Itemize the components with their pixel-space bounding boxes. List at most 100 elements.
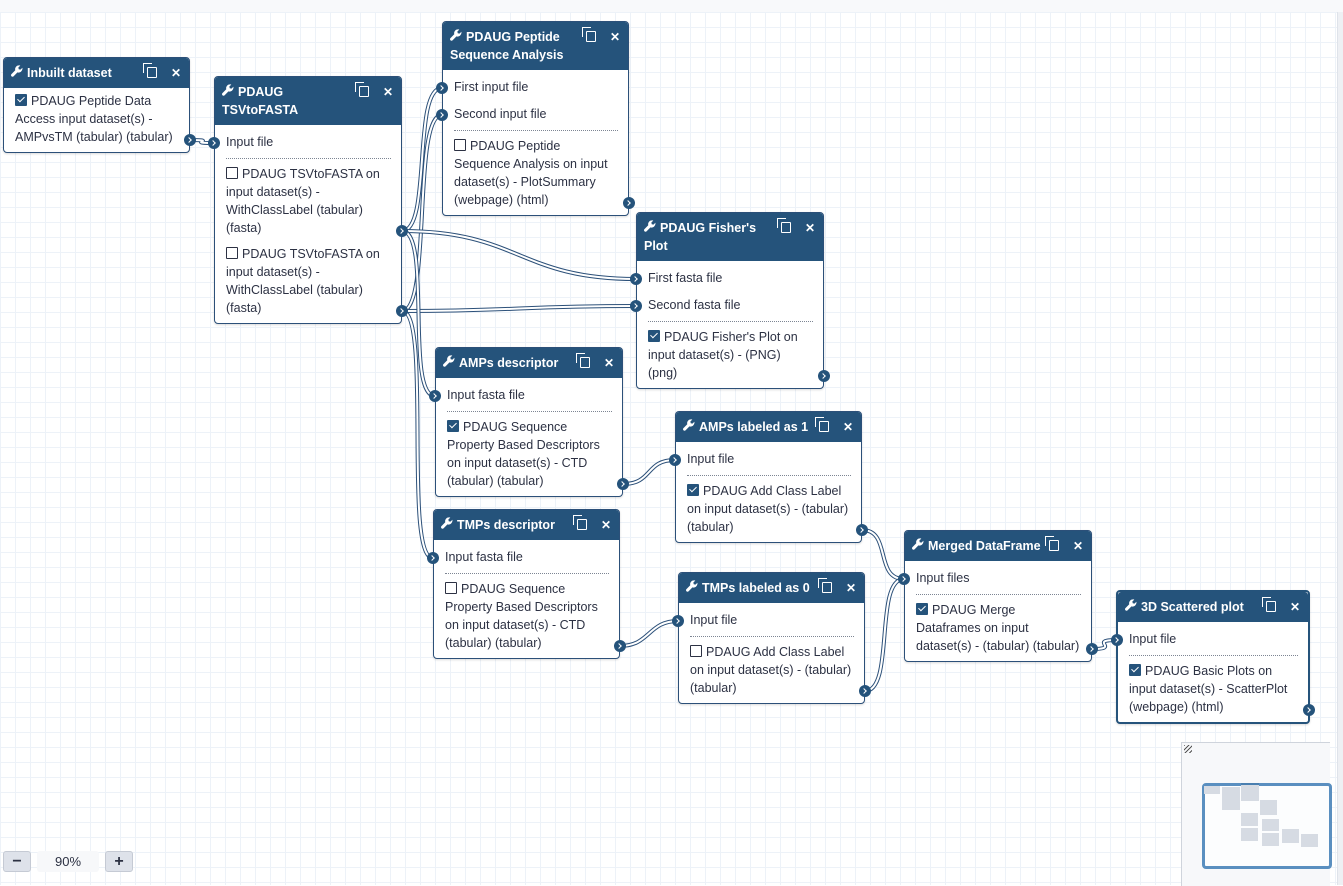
remove-node-button[interactable]: ✕: [604, 354, 614, 372]
input-terminal[interactable]: [630, 273, 642, 285]
output-terminal[interactable]: [396, 305, 408, 317]
input-terminal[interactable]: [427, 552, 439, 564]
clone-node-button[interactable]: [1261, 597, 1276, 616]
output-checkbox[interactable]: [687, 484, 699, 496]
output-checkbox[interactable]: [445, 582, 457, 594]
workflow-node-tsvtofasta[interactable]: PDAUG TSVtoFASTA ✕ Input file PDAUG TSVtoFA…: [208, 76, 408, 324]
clone-node-button[interactable]: [1044, 536, 1059, 555]
node-header[interactable]: AMPs labeled as 1 ✕: [676, 412, 861, 442]
clone-node-button[interactable]: [581, 27, 596, 46]
output-terminal[interactable]: [859, 685, 871, 697]
workflow-canvas[interactable]: [0, 12, 1337, 885]
wrench-icon: [1125, 598, 1137, 616]
output-checkbox[interactable]: [648, 330, 660, 342]
output-checkbox[interactable]: [447, 420, 459, 432]
node-header[interactable]: TMPs labeled as 0 ✕: [679, 573, 864, 603]
input-terminal[interactable]: [898, 573, 910, 585]
node-separator: [445, 573, 609, 574]
clone-node-button[interactable]: [142, 63, 157, 82]
input-terminal[interactable]: [1111, 634, 1123, 646]
close-icon: ✕: [842, 420, 853, 434]
workflow-node-ampslabel[interactable]: AMPs labeled as 1 ✕ Input file PDAUG Add Cl…: [669, 411, 868, 543]
clone-node-button[interactable]: [354, 82, 369, 101]
output-checkbox[interactable]: [15, 94, 27, 106]
remove-node-button[interactable]: ✕: [171, 64, 181, 82]
output-terminal[interactable]: [623, 197, 635, 209]
output-terminal[interactable]: [818, 370, 830, 382]
clone-node-button[interactable]: [814, 417, 829, 436]
output-terminal[interactable]: [614, 640, 626, 652]
minimap-node: [1260, 800, 1277, 815]
output-terminal[interactable]: [617, 478, 629, 490]
input-terminal[interactable]: [669, 454, 681, 466]
workflow-node-inbuilt[interactable]: Inbuilt dataset ✕ PDAUG Peptide Data Acces…: [3, 57, 196, 153]
node-header[interactable]: TMPs descriptor ✕: [434, 510, 619, 540]
workflow-node-tmpsdesc[interactable]: TMPs descriptor ✕ Input fasta file PDAUG Se…: [427, 509, 626, 659]
remove-node-button[interactable]: ✕: [1290, 598, 1300, 616]
minimap[interactable]: [1181, 742, 1332, 886]
workflow-node-seqanalysis[interactable]: PDAUG Peptide Sequence Analysis ✕ First in…: [436, 21, 635, 216]
node-header[interactable]: Inbuilt dataset ✕: [4, 58, 189, 88]
node-header[interactable]: AMPs descriptor ✕: [436, 348, 622, 378]
remove-node-button[interactable]: ✕: [610, 28, 620, 46]
clone-node-button[interactable]: [776, 218, 791, 237]
output-checkbox[interactable]: [226, 167, 238, 179]
remove-node-button[interactable]: ✕: [601, 516, 611, 534]
node-header[interactable]: PDAUG Peptide Sequence Analysis ✕: [443, 22, 628, 70]
node-header[interactable]: Merged DataFrame ✕: [905, 531, 1091, 561]
remove-node-button[interactable]: ✕: [383, 83, 393, 101]
remove-node-button[interactable]: ✕: [843, 418, 853, 436]
output-checkbox[interactable]: [226, 247, 238, 259]
output-label: PDAUG TSVtoFASTA on input dataset(s) - W…: [226, 167, 380, 235]
workflow-node-scatter[interactable]: 3D Scattered plot ✕ Input file PDAUG Basic …: [1111, 590, 1315, 724]
right-panel-edge[interactable]: [1337, 12, 1343, 885]
close-icon: ✕: [382, 85, 393, 99]
remove-node-button[interactable]: ✕: [805, 219, 815, 237]
workflow-node-tmpslabel[interactable]: TMPs labeled as 0 ✕ Input file PDAUG Add Cl…: [672, 572, 871, 704]
clone-node-button[interactable]: [817, 578, 832, 597]
remove-node-button[interactable]: ✕: [846, 579, 856, 597]
close-icon: ✕: [804, 221, 815, 235]
output-terminal[interactable]: [1086, 643, 1098, 655]
minimap-node: [1241, 783, 1259, 801]
wrench-icon: [450, 28, 462, 46]
input-terminal[interactable]: [672, 615, 684, 627]
workflow-node-fisher[interactable]: PDAUG Fisher's Plot ✕ First fasta file Seco…: [630, 212, 830, 389]
input-terminal[interactable]: [429, 390, 441, 402]
minimap-node: [1222, 787, 1240, 810]
output-terminal[interactable]: [396, 225, 408, 237]
clone-node-button[interactable]: [575, 353, 590, 372]
output-checkbox[interactable]: [1129, 664, 1141, 676]
node-header[interactable]: PDAUG TSVtoFASTA ✕: [215, 77, 401, 125]
input-label: Input file: [226, 135, 274, 149]
zoom-in-button[interactable]: +: [105, 851, 133, 872]
copy-icon: [814, 417, 829, 432]
wrench-icon: [443, 354, 455, 372]
node-output: PDAUG Peptide Data Access input dataset(…: [15, 92, 196, 146]
node-title: PDAUG Fisher's Plot: [644, 221, 757, 253]
input-terminal[interactable]: [208, 137, 220, 149]
node-header[interactable]: 3D Scattered plot ✕: [1118, 592, 1308, 622]
copy-icon: [1044, 536, 1059, 551]
output-checkbox[interactable]: [690, 645, 702, 657]
output-terminal[interactable]: [1303, 704, 1315, 716]
output-terminal[interactable]: [856, 524, 868, 536]
input-terminal[interactable]: [436, 82, 448, 94]
copy-icon: [575, 353, 590, 368]
clone-node-button[interactable]: [572, 515, 587, 534]
zoom-level[interactable]: 90%: [37, 851, 99, 872]
output-checkbox[interactable]: [916, 603, 928, 615]
node-input: Input file: [208, 129, 391, 156]
output-terminal[interactable]: [184, 134, 196, 146]
node-header[interactable]: PDAUG Fisher's Plot ✕: [637, 213, 823, 261]
workflow-node-merged[interactable]: Merged DataFrame ✕ Input files PDAUG Merge …: [898, 530, 1098, 662]
input-terminal[interactable]: [630, 300, 642, 312]
minimap-resize-handle[interactable]: [1184, 745, 1192, 753]
input-terminal[interactable]: [436, 109, 448, 121]
output-checkbox[interactable]: [454, 139, 466, 151]
close-icon: ✕: [1072, 539, 1083, 553]
node-separator: [1129, 655, 1298, 656]
workflow-node-ampsdesc[interactable]: AMPs descriptor ✕ Input fasta file PDAUG Se…: [429, 347, 629, 497]
zoom-out-button[interactable]: −: [3, 851, 31, 872]
remove-node-button[interactable]: ✕: [1073, 537, 1083, 555]
